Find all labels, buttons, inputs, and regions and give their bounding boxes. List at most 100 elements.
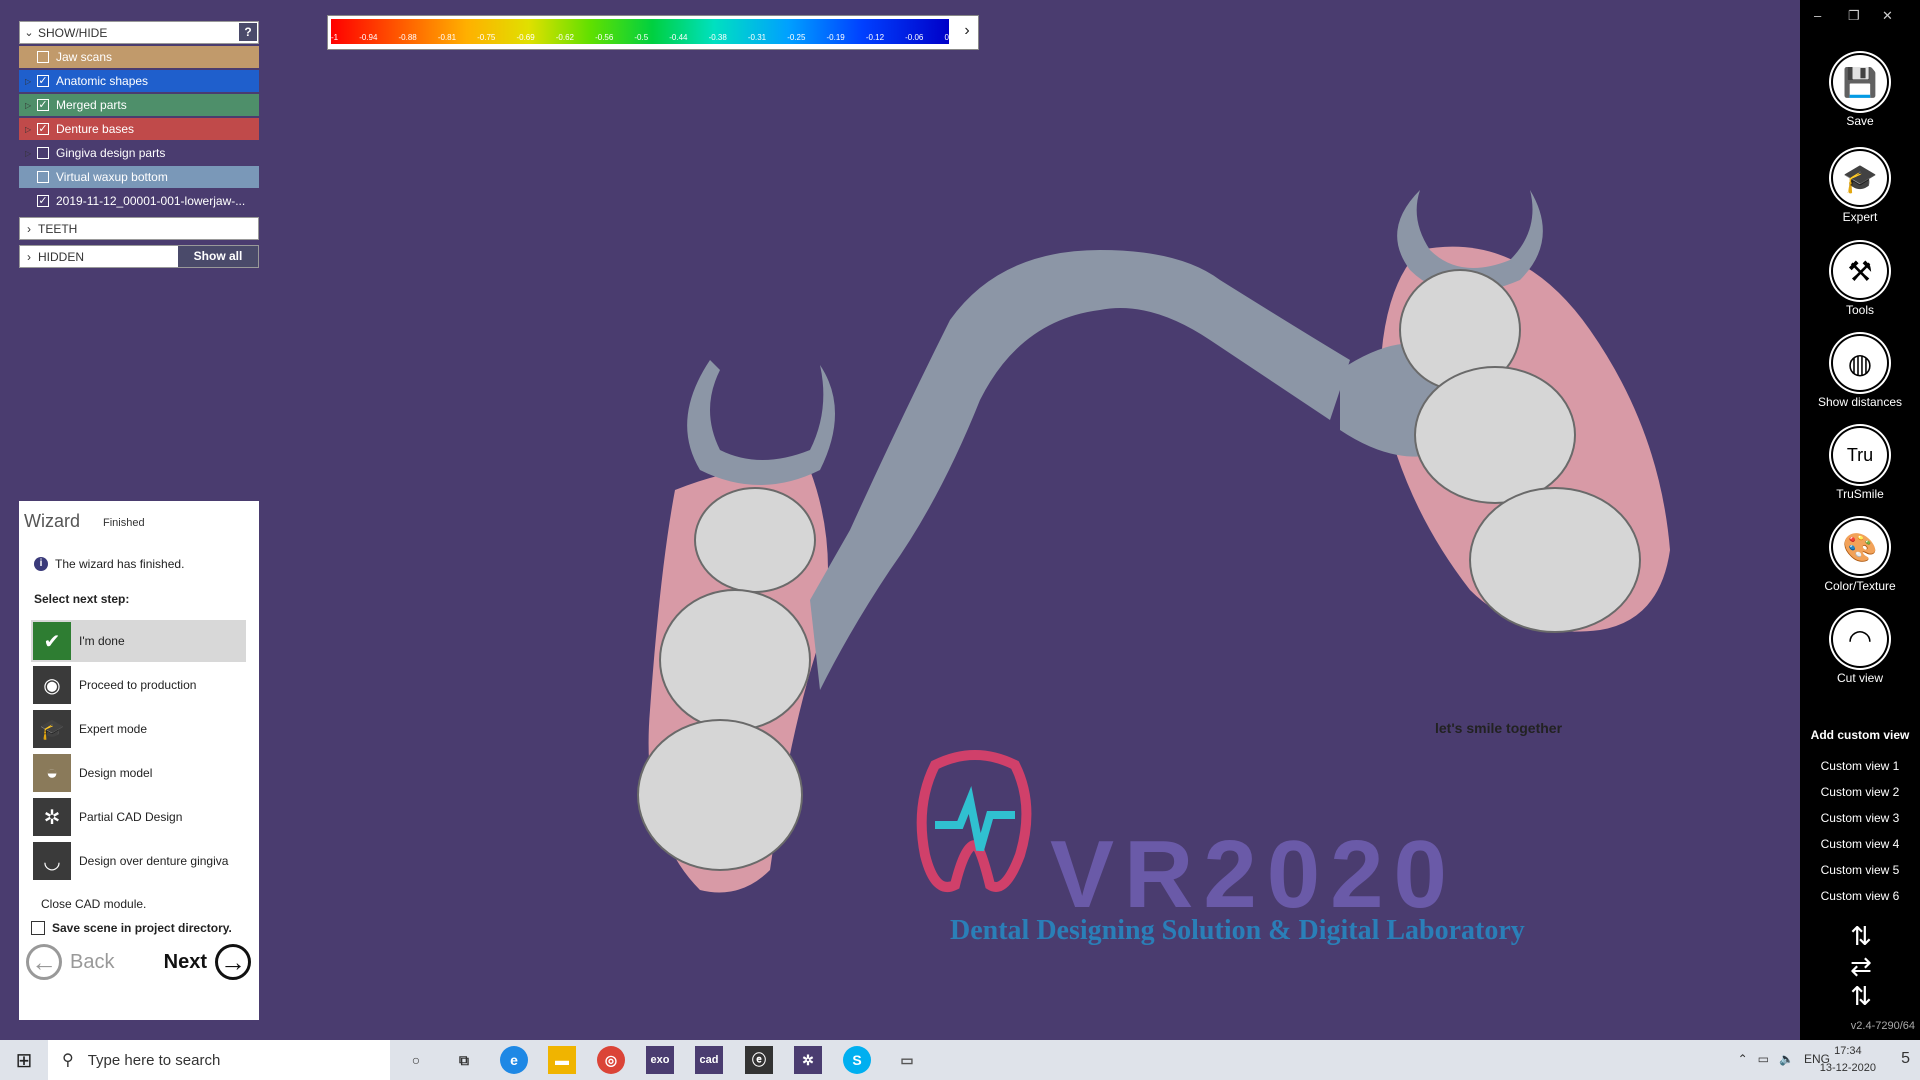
scale-label: -0.5: [634, 33, 649, 42]
close-icon[interactable]: ✕: [1882, 8, 1893, 24]
expand-icon[interactable]: ▷: [25, 149, 37, 158]
task-view-icon[interactable]: ⧉: [450, 1046, 478, 1074]
trusmile-tool[interactable]: Tru TruSmile: [1800, 428, 1920, 501]
custom-view-5[interactable]: Custom view 5: [1800, 863, 1920, 877]
cut-view-tool[interactable]: ◠ Cut view: [1800, 612, 1920, 685]
layer-lowerjaw-scan[interactable]: ✓ 2019-11-12_00001-001-lowerjaw-...: [19, 190, 259, 212]
layer-denture-bases[interactable]: ▷ ✓ Denture bases: [19, 118, 259, 140]
layer-anatomic-shapes[interactable]: ▷ ✓ Anatomic shapes: [19, 70, 259, 92]
right-toolbar: – ❐ ✕ 💾 Save 🎓 Expert ⚒ Tools ◍ Show dis…: [1800, 0, 1920, 1040]
chrome-icon[interactable]: ◎: [597, 1046, 625, 1074]
tooth-6: [1469, 487, 1641, 633]
app-icon[interactable]: ▭: [893, 1046, 921, 1074]
add-custom-view-button[interactable]: Add custom view: [1800, 728, 1920, 742]
expert-tool[interactable]: 🎓 Expert: [1800, 151, 1920, 224]
model-icon: ◒: [33, 754, 71, 792]
layer-checkbox[interactable]: ✓: [37, 99, 49, 111]
layer-checkbox[interactable]: [37, 171, 49, 183]
custom-view-3[interactable]: Custom view 3: [1800, 811, 1920, 825]
palette-icon: 🎨: [1833, 520, 1887, 574]
layer-checkbox[interactable]: ✓: [37, 195, 49, 207]
chevron-up-icon[interactable]: ⌃: [1738, 1052, 1748, 1066]
save-scene-checkbox[interactable]: [31, 921, 45, 935]
close-cad-module-link[interactable]: Close CAD module.: [41, 897, 146, 911]
skype-icon[interactable]: S: [843, 1046, 871, 1074]
graduation-cap-icon: 🎓: [1833, 151, 1887, 205]
clock-time: 17:34: [1834, 1045, 1862, 1057]
step-label: Design over denture gingiva: [79, 854, 229, 868]
step-partial-cad-design[interactable]: ✲ Partial CAD Design: [31, 796, 246, 838]
step-im-done[interactable]: ✔ I'm done: [31, 620, 246, 662]
layer-virtual-waxup-bottom[interactable]: Virtual waxup bottom: [19, 166, 259, 188]
back-button[interactable]: ← Back: [26, 944, 114, 980]
layer-gingiva-design-parts[interactable]: ▷ Gingiva design parts: [19, 142, 259, 164]
layer-merged-parts[interactable]: ▷ ✓ Merged parts: [19, 94, 259, 116]
help-button[interactable]: ?: [239, 23, 257, 41]
network-icon[interactable]: ▭: [1758, 1052, 1769, 1066]
tool-label: Show distances: [1817, 395, 1903, 409]
exo-app-icon[interactable]: exo: [646, 1046, 674, 1074]
arrow-up-down-icon[interactable]: ⇅: [1828, 981, 1894, 1011]
cortana-icon[interactable]: ○: [402, 1046, 430, 1074]
expand-icon[interactable]: ▷: [25, 77, 37, 86]
layer-checkbox[interactable]: [37, 147, 49, 159]
clock-date: 13-12-2020: [1819, 1062, 1876, 1074]
layer-jaw-scans[interactable]: Jaw scans: [19, 46, 259, 68]
custom-view-2[interactable]: Custom view 2: [1800, 785, 1920, 799]
search-icon: ⚲: [62, 1052, 74, 1069]
save-scene-label: Save scene in project directory.: [52, 921, 232, 935]
layer-checkbox[interactable]: ✓: [37, 75, 49, 87]
teeth-section[interactable]: › TEETH: [19, 217, 259, 240]
minimize-icon[interactable]: –: [1814, 8, 1821, 23]
arrow-up-down-icon[interactable]: ⇅: [1828, 921, 1894, 951]
taskbar-search[interactable]: ⚲ Type here to search: [48, 1040, 390, 1080]
hidden-section[interactable]: › HIDDEN Show all: [19, 245, 259, 268]
arrow-right-icon: →: [215, 944, 251, 980]
layer-checkbox[interactable]: ✓: [37, 123, 49, 135]
step-expert-mode[interactable]: 🎓 Expert mode: [31, 708, 246, 750]
show-distances-tool[interactable]: ◍ Show distances: [1800, 336, 1920, 409]
save-scene-option[interactable]: Save scene in project directory.: [31, 921, 232, 935]
restore-icon[interactable]: ❐: [1848, 8, 1860, 24]
view-rotation-arrows[interactable]: ⇅ ⇄ ⇅: [1828, 921, 1894, 1011]
major-connector: [810, 250, 1350, 690]
distances-icon: ◍: [1833, 336, 1887, 390]
windows-taskbar: ⊞ ⚲ Type here to search ○ ⧉ e ▬ ◎ exo ca…: [0, 1040, 1920, 1080]
arrow-left-right-icon[interactable]: ⇄: [1828, 951, 1894, 981]
step-design-model[interactable]: ◒ Design model: [31, 752, 246, 794]
partial-denture-model[interactable]: [620, 170, 1700, 930]
windows-start-icon[interactable]: ⊞: [0, 1040, 48, 1080]
layer-label: Virtual waxup bottom: [56, 170, 168, 184]
edge-icon[interactable]: e: [500, 1046, 528, 1074]
cad-app-icon[interactable]: cad: [695, 1046, 723, 1074]
step-design-over-denture-gingiva[interactable]: ◡ Design over denture gingiva: [31, 840, 246, 882]
notification-center-icon[interactable]: 5: [1901, 1050, 1910, 1068]
expand-icon[interactable]: ▷: [25, 101, 37, 110]
file-explorer-icon[interactable]: ▬: [548, 1046, 576, 1074]
color-texture-tool[interactable]: 🎨 Color/Texture: [1800, 520, 1920, 593]
app-icon[interactable]: ✲: [794, 1046, 822, 1074]
layer-label: Anatomic shapes: [56, 74, 149, 88]
save-tool[interactable]: 💾 Save: [1800, 55, 1920, 128]
layer-checkbox[interactable]: [37, 51, 49, 63]
wizard-info: i The wizard has finished.: [34, 557, 184, 571]
tool-label: Tools: [1845, 303, 1874, 317]
clock[interactable]: 17:34 13-12-2020: [1820, 1043, 1876, 1077]
custom-view-4[interactable]: Custom view 4: [1800, 837, 1920, 851]
show-hide-header[interactable]: ⌄ SHOW/HIDE ?: [19, 21, 259, 44]
expand-icon[interactable]: ▷: [25, 125, 37, 134]
next-button[interactable]: Next →: [164, 944, 251, 980]
3d-viewport[interactable]: let's smile together VR2020 Dental Desig…: [0, 0, 1800, 1040]
volume-icon[interactable]: 🔈: [1779, 1052, 1794, 1066]
scale-label: -0.81: [437, 33, 457, 42]
app-icon[interactable]: ⓔ: [745, 1046, 773, 1074]
custom-view-1[interactable]: Custom view 1: [1800, 759, 1920, 773]
gingiva-icon: ◡: [33, 842, 71, 880]
system-tray[interactable]: ⌃ ▭ 🔈 ENG: [1738, 1052, 1830, 1066]
scale-expand-button[interactable]: ›: [956, 16, 978, 49]
custom-view-6[interactable]: Custom view 6: [1800, 889, 1920, 903]
step-proceed-to-production[interactable]: ◉ Proceed to production: [31, 664, 246, 706]
show-all-button[interactable]: Show all: [178, 246, 258, 267]
tools-tool[interactable]: ⚒ Tools: [1800, 244, 1920, 317]
layer-label: Merged parts: [56, 98, 127, 112]
